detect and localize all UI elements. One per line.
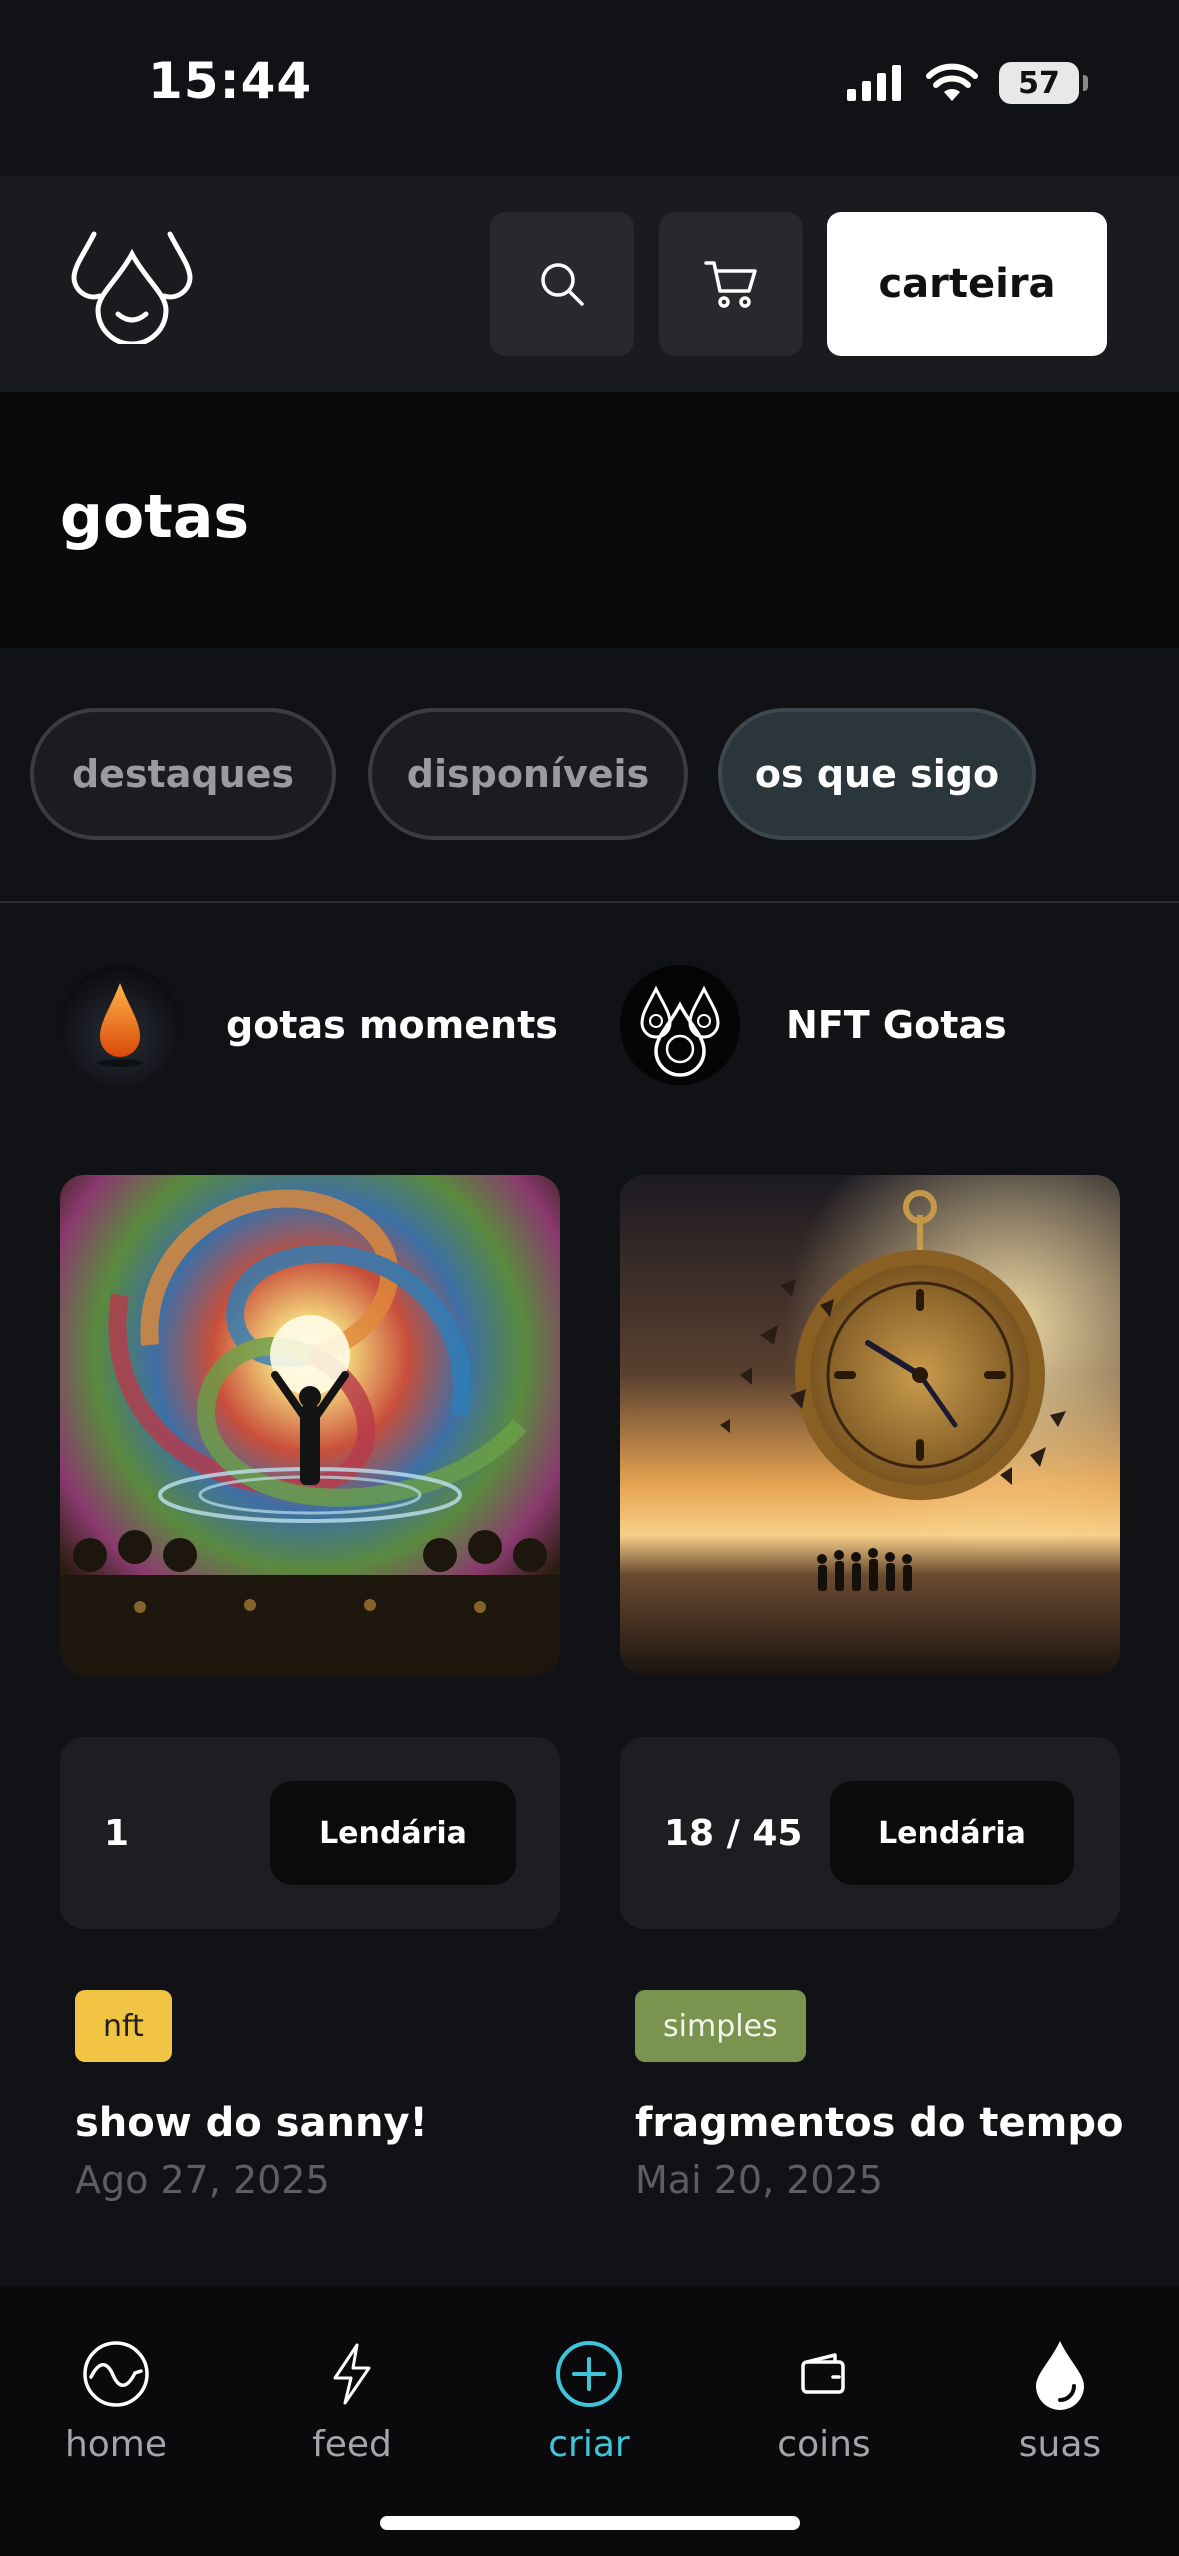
- battery-indicator: 57: [999, 62, 1088, 104]
- edition-count: 1: [104, 1812, 130, 1854]
- wallet-icon: [786, 2336, 862, 2412]
- collectible-card[interactable]: NFT Gotas 18 / 45 Lendária simples fragm…: [620, 905, 1123, 2285]
- status-icons: 57: [845, 62, 1088, 104]
- home-indicator[interactable]: [380, 2516, 800, 2530]
- nav-item-suas[interactable]: suas: [960, 2336, 1160, 2465]
- cart-button[interactable]: [659, 212, 803, 356]
- edition-count: 18 / 45: [664, 1812, 803, 1854]
- card-title[interactable]: show do sanny!: [75, 2100, 428, 2146]
- orange-drop-icon: [60, 965, 180, 1085]
- edition-info-panel: 18 / 45 Lendária: [620, 1737, 1120, 1929]
- wifi-icon: [926, 63, 978, 101]
- plus-circle-icon: [551, 2336, 627, 2412]
- drop-icon: [1022, 2336, 1098, 2412]
- cellular-signal-icon: [847, 65, 901, 101]
- nav-label: coins: [777, 2424, 871, 2465]
- avatar: [620, 965, 740, 1085]
- lightning-icon: [314, 2336, 390, 2412]
- creator-row[interactable]: NFT Gotas: [620, 965, 1007, 1085]
- nav-item-home[interactable]: home: [16, 2336, 216, 2465]
- card-title[interactable]: fragmentos do tempo: [635, 2100, 1123, 2146]
- collectible-card[interactable]: gotas moments 1 Lendária nft show do san…: [60, 905, 560, 2285]
- status-time: 15:44: [148, 52, 313, 110]
- title-section: gotas: [0, 392, 1179, 648]
- nav-label: home: [64, 2424, 168, 2465]
- card-date: Ago 27, 2025: [75, 2158, 330, 2202]
- avatar: [60, 965, 180, 1085]
- stained-glass-spiral-concert-image[interactable]: [60, 1175, 560, 1675]
- nav-item-feed[interactable]: feed: [252, 2336, 452, 2465]
- filter-chip-destaques[interactable]: destaques: [30, 708, 336, 840]
- filter-chips: destaques disponíveis os que sigo: [0, 648, 1179, 903]
- creator-row[interactable]: gotas moments: [60, 965, 558, 1085]
- type-tag: simples: [635, 1990, 806, 2062]
- nft-drops-logo-icon: [620, 965, 740, 1085]
- wave-circle-icon: [78, 2336, 154, 2412]
- filter-chip-disponiveis[interactable]: disponíveis: [368, 708, 688, 840]
- nav-item-coins[interactable]: coins: [724, 2336, 924, 2465]
- creator-name: NFT Gotas: [786, 1003, 1007, 1047]
- nav-item-criar[interactable]: criar: [489, 2336, 689, 2465]
- search-button[interactable]: [490, 212, 634, 356]
- rarity-badge: Lendária: [830, 1781, 1074, 1885]
- card-date: Mai 20, 2025: [635, 2158, 883, 2202]
- cart-icon: [704, 261, 757, 308]
- filter-chip-os-que-sigo[interactable]: os que sigo: [718, 708, 1036, 840]
- nav-label: suas: [1018, 2424, 1102, 2465]
- shattered-pocket-watch-sunset-image[interactable]: [620, 1175, 1120, 1675]
- search-icon: [541, 263, 584, 306]
- page-title: gotas: [60, 482, 250, 552]
- rarity-badge: Lendária: [270, 1781, 516, 1885]
- nav-label: criar: [548, 2424, 630, 2465]
- nav-label: feed: [312, 2424, 392, 2465]
- water-drops-logo-icon[interactable]: [70, 226, 194, 347]
- app-header: carteira: [0, 176, 1179, 392]
- type-tag: nft: [75, 1990, 172, 2062]
- creator-name: gotas moments: [226, 1003, 558, 1047]
- status-bar: 15:44 57: [0, 0, 1179, 176]
- edition-info-panel: 1 Lendária: [60, 1737, 560, 1929]
- wallet-button[interactable]: carteira: [827, 212, 1107, 356]
